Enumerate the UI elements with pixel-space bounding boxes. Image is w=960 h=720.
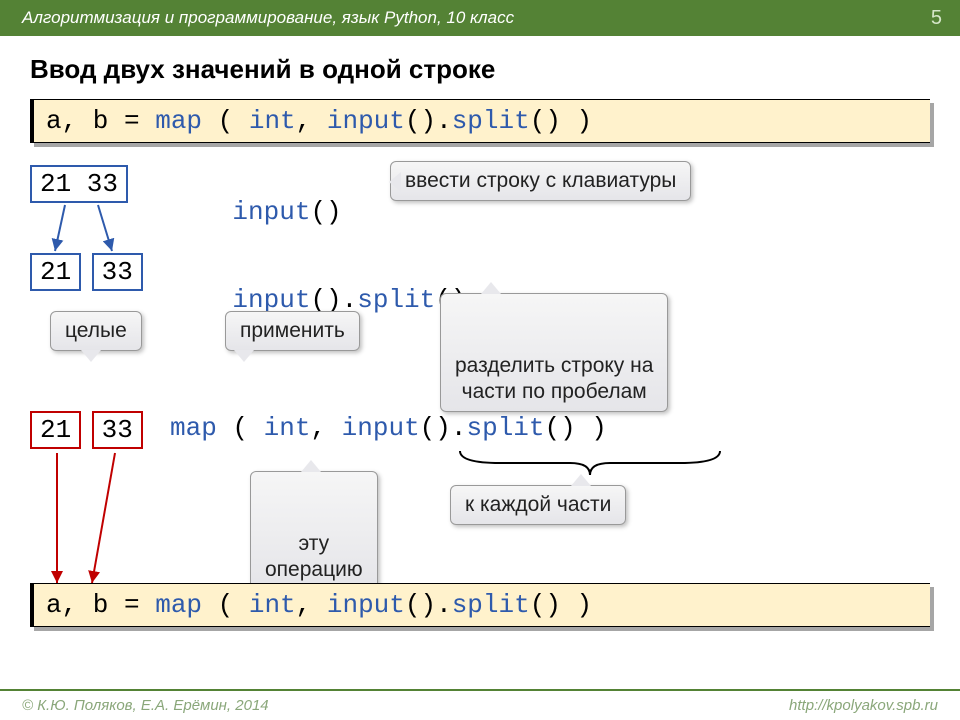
code-map-line: map ( int, input().split() ): [170, 413, 607, 443]
breadcrumb: Алгоритмизация и программирование, язык …: [22, 8, 514, 28]
page-title: Ввод двух значений в одной строке: [30, 54, 960, 85]
callout-each: к каждой части: [450, 485, 626, 525]
callout-apply: применить: [225, 311, 360, 351]
callout-op: эту операцию: [250, 471, 378, 590]
callout-input: ввести строку с клавиатуры: [390, 161, 691, 201]
callout-split: разделить строку на части по пробелам: [440, 293, 668, 412]
page-number: 5: [931, 7, 942, 30]
footer-url: http://kpolyakov.spb.ru: [789, 697, 938, 714]
box-21-int: 21: [30, 411, 81, 449]
box-33: 33: [92, 253, 143, 291]
box-21: 21: [30, 253, 81, 291]
code-line-bottom: a, b = map ( int, input().split() ): [30, 583, 930, 627]
header-bar: Алгоритмизация и программирование, язык …: [0, 0, 960, 36]
code-line-top: a, b = map ( int, input().split() ): [30, 99, 930, 143]
box-33-int: 33: [92, 411, 143, 449]
diagram-area: 21 33 input() ввести строку с клавиатуры…: [30, 143, 930, 633]
footer: © К.Ю. Поляков, Е.А. Ерёмин, 2014 http:/…: [0, 689, 960, 720]
callout-whole: целые: [50, 311, 142, 351]
code-input-call: input(): [170, 167, 342, 257]
box-input-raw: 21 33: [30, 165, 128, 203]
footer-copyright: © К.Ю. Поляков, Е.А. Ерёмин, 2014: [22, 697, 269, 714]
